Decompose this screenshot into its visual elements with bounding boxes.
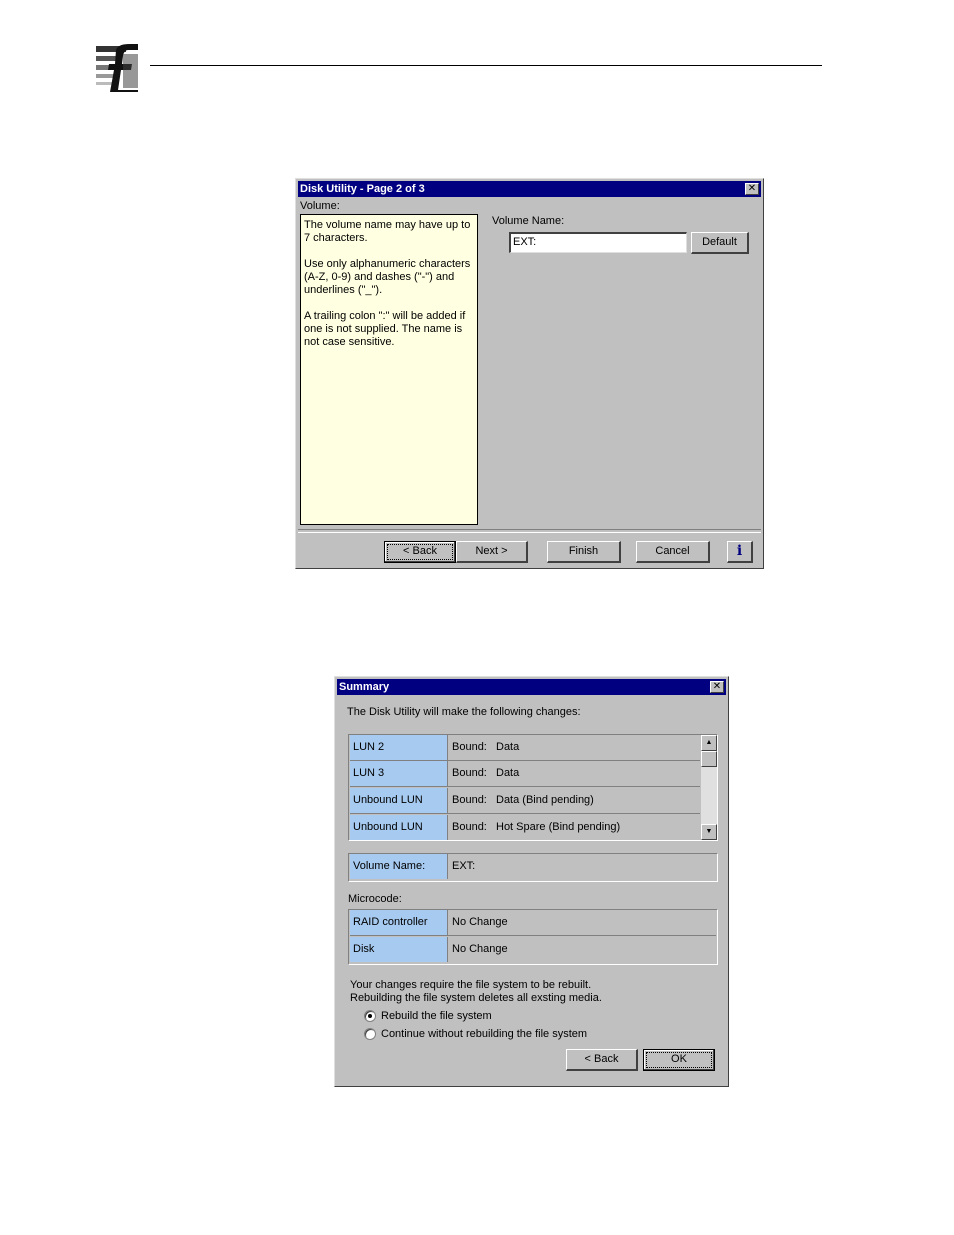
vertical-scrollbar[interactable]: ▲ ▼ bbox=[701, 735, 717, 840]
lun-status: Bound: bbox=[452, 741, 487, 753]
lun-name: Unbound LUN bbox=[350, 788, 448, 813]
scroll-down-icon[interactable]: ▼ bbox=[701, 824, 717, 840]
scroll-up-icon[interactable]: ▲ bbox=[701, 735, 717, 751]
dialog-title: Summary bbox=[339, 681, 390, 693]
microcode-value: No Change bbox=[452, 916, 508, 928]
disk-utility-dialog: Disk Utility - Page 2 of 3 ✕ Volume: The… bbox=[295, 178, 764, 569]
table-row[interactable]: LUN 2 Bound: Data bbox=[350, 735, 700, 761]
volume-label: Volume: bbox=[300, 200, 340, 212]
lun-name: LUN 2 bbox=[350, 735, 448, 760]
lun-table: LUN 2 Bound: Data LUN 3 Bound: Data Unboun… bbox=[348, 734, 718, 841]
microcode-name: RAID controller bbox=[350, 910, 448, 935]
next-button[interactable]: Next > bbox=[456, 541, 528, 563]
scroll-thumb[interactable] bbox=[701, 751, 717, 767]
dialog-titlebar: Disk Utility - Page 2 of 3 ✕ bbox=[298, 181, 761, 197]
notice-line: Rebuilding the file system deletes all e… bbox=[350, 992, 602, 1004]
table-row[interactable]: Unbound LUN Bound: Data (Bind pending) bbox=[350, 788, 700, 814]
volume-name-label: Volume Name: bbox=[492, 215, 565, 227]
button-separator bbox=[298, 529, 761, 533]
help-paragraph: A trailing colon ":" will be added if on… bbox=[304, 310, 466, 348]
table-row[interactable]: Disk No Change bbox=[350, 937, 716, 963]
help-paragraph: The volume name may have up to 7 charact… bbox=[304, 219, 471, 244]
lun-value: Data bbox=[496, 767, 520, 779]
table-row[interactable]: Volume Name: EXT: bbox=[350, 854, 716, 880]
volume-name-input[interactable]: EXT: bbox=[509, 232, 687, 253]
lun-value: Data (Bind pending) bbox=[496, 794, 594, 806]
cancel-button[interactable]: Cancel bbox=[636, 541, 710, 563]
summary-dialog: Summary ✕ The Disk Utility will make the… bbox=[334, 676, 729, 1087]
close-icon[interactable]: ✕ bbox=[745, 183, 759, 195]
info-button[interactable]: i bbox=[727, 541, 753, 563]
table-row[interactable]: LUN 3 Bound: Data bbox=[350, 761, 700, 787]
lun-status: Bound: bbox=[452, 767, 487, 779]
lun-name: Unbound LUN bbox=[350, 815, 448, 840]
notice-line: Your changes require the file system to … bbox=[350, 979, 592, 991]
finish-button[interactable]: Finish bbox=[547, 541, 621, 563]
lun-value: Data bbox=[496, 741, 520, 753]
help-paragraph: Use only alphanumeric characters (A-Z, 0… bbox=[304, 258, 471, 296]
microcode-name: Disk bbox=[350, 937, 448, 962]
lun-value: Hot Spare (Bind pending) bbox=[496, 821, 621, 833]
volume-table: Volume Name: EXT: bbox=[348, 853, 718, 882]
back-button[interactable]: < Back bbox=[384, 541, 456, 563]
rebuild-radio-label[interactable]: Rebuild the file system bbox=[381, 1010, 492, 1022]
dialog-title: Disk Utility - Page 2 of 3 bbox=[300, 183, 425, 195]
lun-status: Bound: bbox=[452, 821, 487, 833]
lun-status: Bound: bbox=[452, 794, 487, 806]
table-row[interactable]: Unbound LUN Bound: Hot Spare (Bind pendin… bbox=[350, 815, 700, 841]
summary-intro: The Disk Utility will make the following… bbox=[347, 706, 581, 718]
rebuild-radio[interactable] bbox=[364, 1010, 376, 1022]
close-icon[interactable]: ✕ bbox=[710, 681, 724, 693]
continue-radio[interactable] bbox=[364, 1028, 376, 1040]
default-button[interactable]: Default bbox=[691, 232, 749, 254]
volume-row-name: Volume Name: bbox=[350, 854, 448, 879]
microcode-label: Microcode: bbox=[348, 893, 402, 905]
table-row[interactable]: RAID controller No Change bbox=[350, 910, 716, 936]
help-panel: The volume name may have up to 7 charact… bbox=[300, 214, 478, 525]
lun-name: LUN 3 bbox=[350, 761, 448, 786]
microcode-table: RAID controller No Change Disk No Change bbox=[348, 909, 718, 965]
volume-row-value: EXT: bbox=[452, 860, 476, 872]
microcode-value: No Change bbox=[452, 943, 508, 955]
dialog-titlebar: Summary ✕ bbox=[337, 679, 726, 695]
continue-radio-label[interactable]: Continue without rebuilding the file sys… bbox=[381, 1028, 587, 1040]
company-logo-icon bbox=[96, 44, 138, 92]
ok-button[interactable]: OK bbox=[643, 1049, 715, 1071]
back-button[interactable]: < Back bbox=[566, 1049, 638, 1071]
header-rule bbox=[150, 65, 822, 66]
